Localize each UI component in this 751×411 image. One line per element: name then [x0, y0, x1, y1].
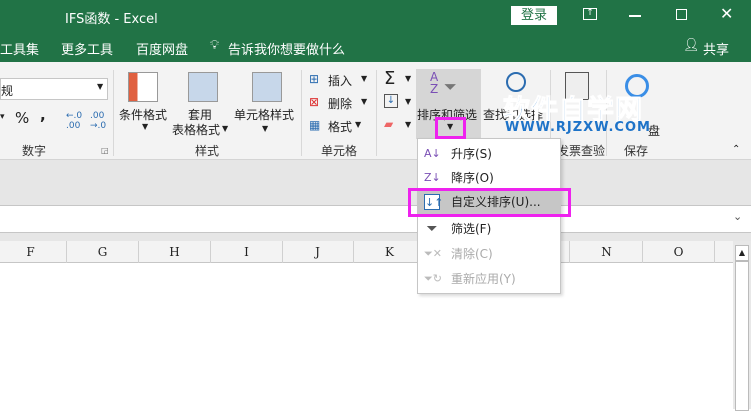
menu-item-label: 降序(O)	[451, 171, 494, 185]
chevron-down-icon[interactable]: ▼	[405, 120, 411, 129]
comma-button[interactable]: ,	[40, 106, 46, 124]
collapse-ribbon-icon[interactable]: ⌃	[732, 144, 740, 155]
formula-bar[interactable]: ⌄	[0, 205, 751, 233]
fill-icon[interactable]: ↓	[384, 94, 398, 108]
lightbulb-icon: 💡︎	[210, 38, 220, 53]
chevron-down-icon[interactable]: ▼	[355, 120, 361, 129]
share-user-icon[interactable]: 👤︎	[683, 38, 700, 53]
decrease-decimal-icon[interactable]: .00 →.0	[90, 111, 106, 131]
column-header[interactable]: F	[0, 241, 67, 263]
share-button[interactable]: 共享	[703, 39, 729, 58]
chevron-down-icon[interactable]: ▼	[222, 124, 228, 133]
number-format-select[interactable]: 规 ▼	[0, 78, 108, 100]
dialog-launcher-icon[interactable]: ◲	[101, 146, 109, 155]
tell-me-input[interactable]: 告诉我你想要做什么	[228, 39, 345, 58]
menu-item-label: 清除(C)	[451, 247, 493, 261]
funnel-icon: ⏷	[444, 77, 457, 96]
menu-item-sort-descending[interactable]: Z↓ 降序(O)	[418, 166, 560, 190]
chevron-down-icon[interactable]: ▼	[361, 97, 367, 106]
ribbon-tabs: 工具集 更多工具 百度网盘 💡︎ 告诉我你想要做什么 👤︎ 共享	[0, 34, 751, 62]
table-format-icon	[188, 72, 218, 102]
cells-group-label: 单元格	[321, 144, 358, 158]
increase-decimal-icon[interactable]: ←.0.00	[66, 111, 82, 131]
save-group-label: 保存	[624, 144, 649, 158]
chevron-down-icon[interactable]: ▼	[405, 97, 411, 106]
vertical-scrollbar[interactable]: ▲	[733, 241, 751, 411]
sort-descending-icon: Z↓	[424, 171, 441, 184]
menu-item-filter[interactable]: ⏷ 筛选(F)	[418, 217, 560, 241]
column-header[interactable]: G	[67, 241, 139, 263]
menu-item-label: 筛选(F)	[451, 222, 492, 236]
insert-button[interactable]: 插入	[328, 72, 352, 89]
accounting-dropdown-icon[interactable]: ▾	[0, 112, 5, 122]
chevron-down-icon[interactable]: ▼	[405, 74, 411, 83]
close-icon[interactable]: ✕	[720, 4, 733, 23]
tab-more-tools[interactable]: 更多工具	[61, 39, 113, 58]
column-header[interactable]: H	[139, 241, 211, 263]
cell-styles-button[interactable]: 单元格样式	[234, 106, 294, 123]
ribbon-display-options-icon[interactable]: ↑	[583, 8, 597, 20]
percent-button[interactable]: %	[15, 109, 29, 127]
cell-styles-icon	[252, 72, 282, 102]
format-button[interactable]: 格式	[328, 118, 352, 135]
scrollbar-thumb[interactable]	[735, 261, 749, 411]
chevron-down-icon[interactable]: ▼	[142, 122, 148, 131]
expand-formula-bar-icon[interactable]: ⌄	[733, 210, 742, 223]
insert-cells-icon: ⊞	[309, 72, 320, 86]
restore-icon[interactable]	[676, 9, 687, 20]
table-format-button[interactable]: 表格格式	[172, 121, 220, 138]
column-header[interactable]: N	[571, 241, 643, 263]
chevron-down-icon[interactable]: ▼	[262, 124, 268, 133]
tab-baidu-netdisk[interactable]: 百度网盘	[136, 39, 188, 58]
menu-item-label: 重新应用(Y)	[451, 272, 516, 286]
sort-ascending-icon: A↓	[424, 147, 441, 160]
conditional-format-button[interactable]: 条件格式	[119, 106, 167, 123]
autosum-icon[interactable]: Σ	[384, 68, 395, 89]
watermark-url: WWW.RJZXW.COM	[505, 120, 651, 135]
column-header[interactable]: K	[354, 241, 426, 263]
styles-group-label: 样式	[195, 144, 220, 158]
filter-icon: ⏷	[426, 221, 438, 237]
clear-eraser-icon[interactable]: ▰	[384, 117, 393, 131]
minimize-icon[interactable]	[629, 15, 641, 17]
toolbar-band	[0, 160, 751, 205]
highlight-dropdown-arrow	[435, 117, 466, 139]
tab-toolset[interactable]: 工具集	[0, 39, 39, 58]
scroll-up-arrow[interactable]: ▲	[735, 245, 749, 261]
reapply-filter-icon: ⏷↻	[424, 272, 443, 285]
menu-item-clear[interactable]: ⏷✕ 清除(C)	[418, 242, 560, 266]
clear-filter-icon: ⏷✕	[424, 247, 443, 260]
column-header[interactable]: O	[643, 241, 715, 263]
login-button[interactable]: 登录	[511, 6, 557, 25]
number-group-label: 数字	[22, 144, 47, 158]
window-title: IFS函数 - Excel	[65, 12, 158, 27]
menu-item-label: 升序(S)	[451, 147, 492, 161]
delete-cells-icon: ⊠	[309, 95, 320, 109]
invoice-group-label: 发票查验	[557, 144, 606, 158]
spacer	[0, 233, 751, 241]
title-bar: IFS函数 - Excel 登录 ↑ ✕	[0, 0, 751, 34]
menu-item-sort-ascending[interactable]: A↓ 升序(S)	[418, 142, 560, 166]
chevron-down-icon[interactable]: ▼	[361, 74, 367, 83]
conditional-format-icon	[128, 72, 158, 102]
delete-button[interactable]: 删除	[328, 95, 352, 112]
column-headers: F G H I J K L M N O	[0, 241, 733, 263]
format-cells-icon: ▦	[309, 118, 321, 132]
menu-item-reapply[interactable]: ⏷↻ 重新应用(Y)	[418, 267, 560, 291]
sort-az-filter-icon: AZ	[430, 70, 439, 96]
column-header[interactable]: J	[282, 241, 354, 263]
highlight-custom-sort	[408, 188, 571, 217]
number-format-value: 规	[1, 84, 14, 98]
chevron-down-icon: ▼	[97, 82, 104, 91]
column-header[interactable]: I	[211, 241, 283, 263]
